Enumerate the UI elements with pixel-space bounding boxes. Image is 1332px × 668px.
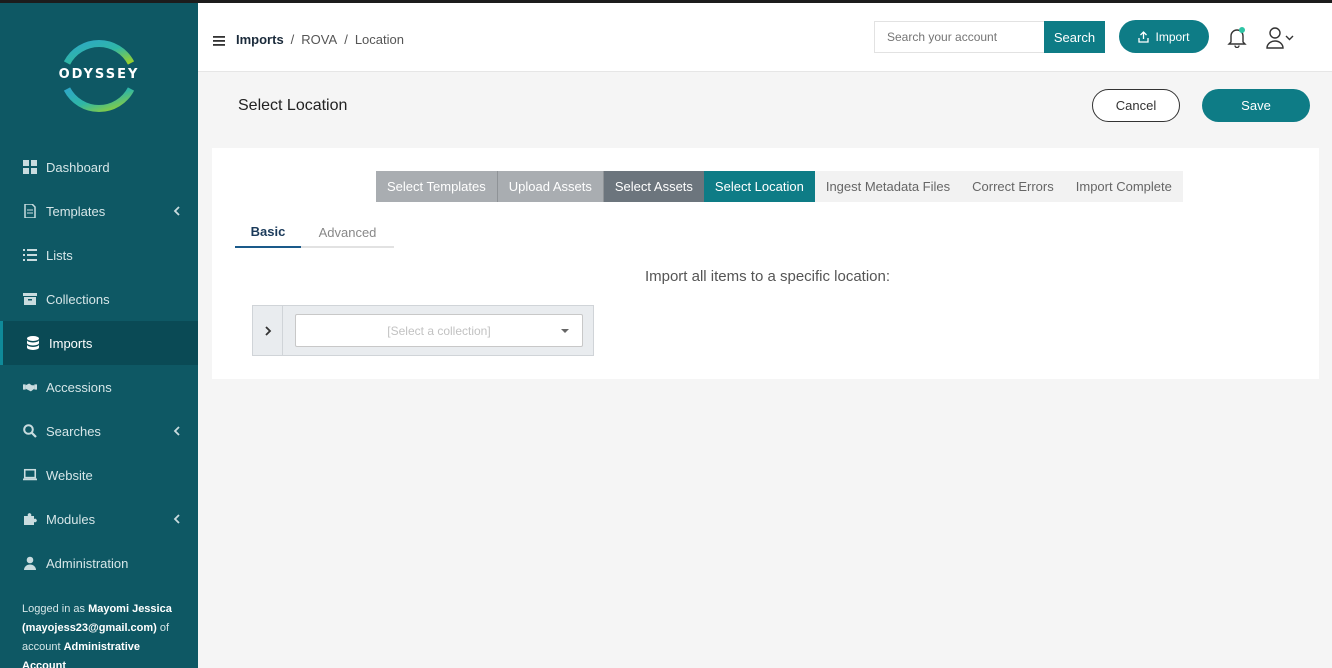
sidebar-item-label: Lists bbox=[46, 247, 73, 263]
step-upload-assets[interactable]: Upload Assets bbox=[497, 171, 604, 202]
sidebar-item-lists[interactable]: Lists bbox=[0, 233, 198, 277]
sidebar-item-label: Templates bbox=[46, 203, 106, 219]
handshake-icon bbox=[22, 379, 38, 395]
sidebar-item-imports[interactable]: Imports bbox=[0, 321, 198, 365]
upload-icon bbox=[1138, 30, 1150, 43]
import-wizard-steps: Select Templates Upload Assets Select As… bbox=[376, 171, 1183, 202]
chevron-right-icon bbox=[264, 325, 271, 336]
expand-toggle[interactable] bbox=[253, 306, 283, 355]
breadcrumb-separator: / bbox=[290, 32, 295, 47]
breadcrumb-separator: / bbox=[344, 32, 348, 47]
odyssey-logo[interactable]: ODYSSEY bbox=[59, 33, 139, 119]
sidebar-item-administration[interactable]: Administration bbox=[0, 541, 198, 585]
logged-in-user: Mayomi Jessica bbox=[88, 603, 172, 615]
breadcrumb-rova[interactable]: ROVA bbox=[301, 32, 337, 47]
logged-in-email: (mayojess23@gmail.com) bbox=[22, 622, 157, 634]
import-card: Select Templates Upload Assets Select As… bbox=[212, 148, 1319, 379]
sidebar-item-website[interactable]: Website bbox=[0, 453, 198, 497]
location-tabs: Basic Advanced bbox=[235, 217, 394, 248]
sidebar-item-label: Modules bbox=[46, 511, 96, 527]
caret-down-icon bbox=[561, 329, 569, 333]
chevron-left-icon bbox=[173, 206, 180, 216]
collection-select-placeholder: [Select a collection] bbox=[387, 323, 491, 338]
sidebar-item-label: Dashboard bbox=[46, 159, 110, 175]
chevron-left-icon bbox=[173, 514, 180, 524]
sidebar-item-label: Imports bbox=[49, 335, 93, 351]
sidebar-item-searches[interactable]: Searches bbox=[0, 409, 198, 453]
sidebar-item-label: Collections bbox=[46, 291, 110, 307]
save-button[interactable]: Save bbox=[1202, 89, 1310, 122]
cancel-button[interactable]: Cancel bbox=[1092, 89, 1180, 122]
search-icon bbox=[22, 423, 38, 439]
step-import-complete: Import Complete bbox=[1064, 171, 1183, 202]
sidebar-item-accessions[interactable]: Accessions bbox=[0, 365, 198, 409]
top-header: Imports / ROVA / Location Search Import bbox=[198, 3, 1332, 72]
step-select-assets[interactable]: Select Assets bbox=[603, 171, 704, 202]
laptop-icon bbox=[22, 467, 38, 483]
page-title: Select Location bbox=[238, 97, 348, 114]
user-menu-icon[interactable] bbox=[1266, 27, 1298, 49]
document-icon bbox=[22, 203, 38, 219]
step-ingest-metadata-files: Ingest Metadata Files bbox=[814, 171, 962, 202]
sidebar-item-label: Website bbox=[46, 467, 93, 483]
sidebar-item-modules[interactable]: Modules bbox=[0, 497, 198, 541]
sidebar-item-dashboard[interactable]: Dashboard bbox=[0, 145, 198, 189]
breadcrumb: Imports / ROVA / Location bbox=[236, 32, 404, 47]
breadcrumb-imports[interactable]: Imports bbox=[236, 32, 284, 47]
search-button[interactable]: Search bbox=[1044, 21, 1105, 53]
sidebar-item-label: Administration bbox=[46, 555, 129, 571]
import-button-label: Import bbox=[1155, 29, 1190, 44]
sidebar-item-label: Accessions bbox=[46, 379, 112, 395]
sidebar-item-templates[interactable]: Templates bbox=[0, 189, 198, 233]
sidebar-item-label: Searches bbox=[46, 423, 101, 439]
list-icon bbox=[22, 247, 38, 263]
database-icon bbox=[25, 335, 41, 351]
sidebar-nav: Dashboard Templates Lists Collections Im… bbox=[0, 145, 198, 585]
step-select-location[interactable]: Select Location bbox=[703, 171, 815, 202]
tab-advanced[interactable]: Advanced bbox=[301, 217, 394, 248]
tab-basic[interactable]: Basic bbox=[235, 217, 301, 248]
step-select-templates[interactable]: Select Templates bbox=[376, 171, 498, 202]
user-icon bbox=[22, 555, 38, 571]
search-input[interactable] bbox=[874, 21, 1044, 53]
chevron-left-icon bbox=[173, 426, 180, 436]
puzzle-icon bbox=[22, 511, 38, 527]
location-instruction: Import all items to a specific location: bbox=[644, 268, 891, 285]
sidebar-item-collections[interactable]: Collections bbox=[0, 277, 198, 321]
breadcrumb-location: Location bbox=[354, 32, 404, 47]
logo-text: ODYSSEY bbox=[58, 67, 140, 82]
dashboard-icon bbox=[22, 159, 38, 175]
logged-in-info: Logged in as Mayomi Jessica (mayojess23@… bbox=[22, 600, 182, 668]
step-correct-errors: Correct Errors bbox=[961, 171, 1065, 202]
collection-select[interactable]: [Select a collection] bbox=[295, 314, 583, 347]
sidebar: ODYSSEY Dashboard Templates Lists Collec… bbox=[0, 3, 198, 668]
import-button[interactable]: Import bbox=[1119, 20, 1209, 53]
hamburger-menu-icon[interactable] bbox=[213, 36, 225, 46]
collection-picker: [Select a collection] bbox=[252, 305, 594, 356]
archive-icon bbox=[22, 291, 38, 307]
notification-bell-icon[interactable] bbox=[1226, 26, 1248, 48]
